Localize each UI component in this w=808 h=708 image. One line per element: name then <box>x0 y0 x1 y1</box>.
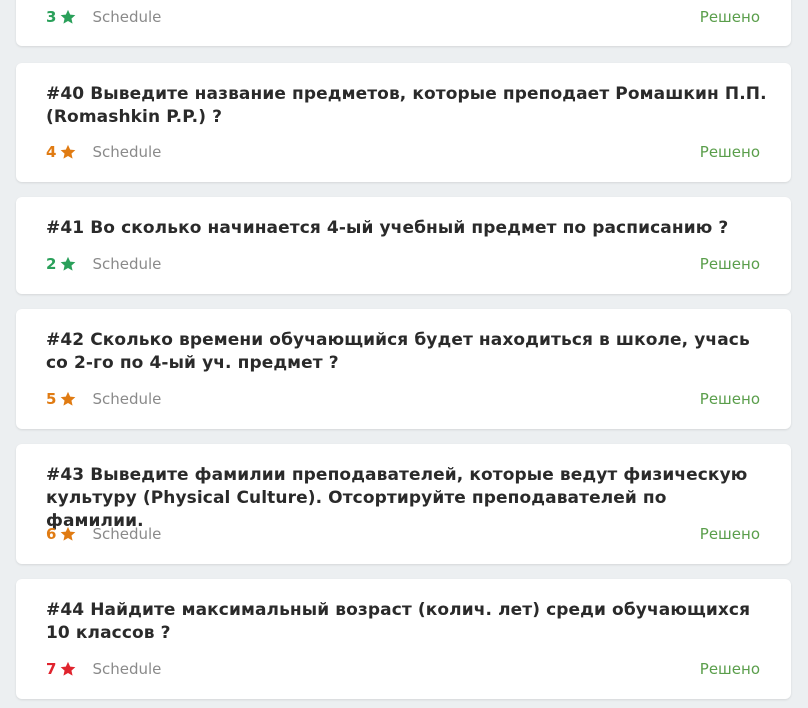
task-meta: 7 Schedule Решено <box>46 659 760 679</box>
difficulty-value: 3 <box>46 8 57 26</box>
task-card[interactable]: #43 Выведите фамилии преподавателей, кот… <box>16 444 791 564</box>
task-category[interactable]: Schedule <box>92 8 161 26</box>
star-icon <box>61 9 76 24</box>
star-icon <box>61 144 76 159</box>
task-meta: 4 Schedule Решено <box>46 142 760 162</box>
star-icon <box>61 256 76 271</box>
difficulty-rating: 2 <box>46 255 77 273</box>
difficulty-value: 4 <box>46 143 57 161</box>
task-status: Решено <box>699 255 760 273</box>
task-category[interactable]: Schedule <box>92 525 161 543</box>
star-icon <box>61 661 76 676</box>
star-icon <box>61 391 76 406</box>
task-category[interactable]: Schedule <box>92 390 161 408</box>
task-status: Решено <box>699 525 760 543</box>
task-meta: 6 Schedule Решено <box>46 524 760 544</box>
difficulty-rating: 3 <box>46 8 77 26</box>
task-title[interactable]: #41 Во сколько начинается 4-ый учебный п… <box>46 217 767 240</box>
task-status: Решено <box>699 390 760 408</box>
difficulty-rating: 5 <box>46 390 77 408</box>
task-category[interactable]: Schedule <box>92 660 161 678</box>
task-status: Решено <box>699 660 760 678</box>
difficulty-rating: 4 <box>46 143 77 161</box>
difficulty-rating: 7 <box>46 660 77 678</box>
task-card[interactable]: 3 Schedule Решено <box>16 0 791 46</box>
difficulty-rating: 6 <box>46 525 77 543</box>
task-status: Решено <box>699 8 760 26</box>
task-title[interactable]: #44 Найдите максимальный возраст (колич.… <box>46 599 767 645</box>
difficulty-value: 2 <box>46 255 57 273</box>
task-card[interactable]: #41 Во сколько начинается 4-ый учебный п… <box>16 197 791 294</box>
task-card[interactable]: #42 Сколько времени обучающийся будет на… <box>16 309 791 429</box>
difficulty-value: 6 <box>46 525 57 543</box>
task-card[interactable]: #44 Найдите максимальный возраст (колич.… <box>16 579 791 699</box>
task-title[interactable]: #40 Выведите название предметов, которые… <box>46 83 767 129</box>
task-category[interactable]: Schedule <box>92 143 161 161</box>
task-title[interactable]: #42 Сколько времени обучающийся будет на… <box>46 329 767 375</box>
difficulty-value: 7 <box>46 660 57 678</box>
task-title[interactable]: #43 Выведите фамилии преподавателей, кот… <box>46 464 767 533</box>
task-meta: 2 Schedule Решено <box>46 254 760 274</box>
task-card[interactable]: #40 Выведите название предметов, которые… <box>16 63 791 182</box>
task-status: Решено <box>699 143 760 161</box>
star-icon <box>61 526 76 541</box>
task-category[interactable]: Schedule <box>92 255 161 273</box>
difficulty-value: 5 <box>46 390 57 408</box>
task-meta: 3 Schedule Решено <box>46 7 760 27</box>
task-meta: 5 Schedule Решено <box>46 389 760 409</box>
